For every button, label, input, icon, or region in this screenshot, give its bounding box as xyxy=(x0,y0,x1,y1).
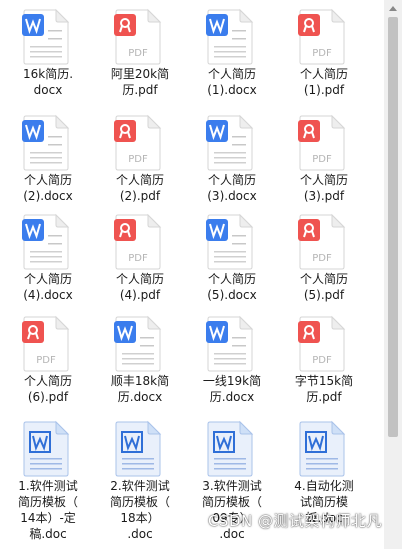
svg-text:PDF: PDF xyxy=(312,253,332,264)
file-item[interactable]: PDF 阿里20k简 历.pdf xyxy=(94,0,186,100)
svg-text:PDF: PDF xyxy=(312,154,332,165)
word-file-icon xyxy=(206,114,254,171)
file-item[interactable]: 2.软件测试 简历模板（ 18本） .doc xyxy=(94,412,186,549)
svg-text:PDF: PDF xyxy=(312,355,332,366)
word-file-icon xyxy=(206,8,254,65)
file-name: 1.软件测试 简历模板（ 14本）-定 稿.doc xyxy=(17,479,78,541)
word-file-icon xyxy=(206,213,254,270)
file-name: 个人简历 (3).docx xyxy=(207,173,257,203)
file-name: 个人简历 (6).pdf xyxy=(23,374,72,404)
file-name: 个人简历 (5).docx xyxy=(207,272,257,302)
scroll-up-arrow-icon[interactable] xyxy=(384,0,402,16)
file-item[interactable]: PDF 个人简历 (4).pdf xyxy=(94,205,186,305)
file-name: 个人简历 (3).pdf xyxy=(299,173,348,203)
file-name: 阿里20k简 历.pdf xyxy=(110,67,170,97)
word-file-icon xyxy=(206,315,254,372)
file-name: 一线19k简 历.docx xyxy=(202,374,262,404)
file-item[interactable]: PDF 字节15k简 历.pdf xyxy=(278,307,370,407)
file-item[interactable]: 顺丰18k简 历.docx xyxy=(94,307,186,407)
file-item[interactable]: 个人简历 (2).docx xyxy=(2,106,94,206)
pdf-file-icon: PDF xyxy=(114,114,162,171)
pdf-file-icon: PDF xyxy=(114,213,162,270)
file-name: 16k简历. docx xyxy=(22,67,74,97)
pdf-file-icon: PDF xyxy=(298,213,346,270)
word-file-icon xyxy=(22,8,70,65)
word-file-icon xyxy=(22,213,70,270)
file-name: 字节15k简 历.pdf xyxy=(294,374,354,404)
file-item[interactable]: PDF 个人简历 (3).pdf xyxy=(278,106,370,206)
svg-text:PDF: PDF xyxy=(312,48,332,59)
file-name: 个人简历 (1).docx xyxy=(207,67,257,97)
watermark: CSDN @测试架构师北凡 xyxy=(207,512,382,530)
file-name: 个人简历 (2).docx xyxy=(23,173,73,203)
doc-file-icon xyxy=(298,420,346,477)
file-name: 个人简历 (4).docx xyxy=(23,272,73,302)
word-file-icon xyxy=(114,315,162,372)
pdf-file-icon: PDF xyxy=(298,315,346,372)
pdf-file-icon: PDF xyxy=(114,8,162,65)
file-name: 个人简历 (4).pdf xyxy=(115,272,164,302)
file-item[interactable]: 个人简历 (3).docx xyxy=(186,106,278,206)
file-name: 2.软件测试 简历模板（ 18本） .doc xyxy=(109,479,170,541)
doc-file-icon xyxy=(206,420,254,477)
file-name: 个人简历 (1).pdf xyxy=(299,67,348,97)
scroll-thumb[interactable] xyxy=(388,17,398,437)
file-item[interactable]: 个人简历 (4).docx xyxy=(2,205,94,305)
pdf-file-icon: PDF xyxy=(298,8,346,65)
file-item[interactable]: PDF 个人简历 (5).pdf xyxy=(278,205,370,305)
svg-text:PDF: PDF xyxy=(128,48,148,59)
doc-file-icon xyxy=(22,420,70,477)
file-item[interactable]: 个人简历 (5).docx xyxy=(186,205,278,305)
file-grid: 16k简历. docx PDF 阿里20k简 历.pdf 个人简历 (1).docx P… xyxy=(0,0,384,549)
vertical-scrollbar[interactable] xyxy=(384,0,402,549)
svg-text:PDF: PDF xyxy=(36,355,56,366)
file-item[interactable]: 1.软件测试 简历模板（ 14本）-定 稿.doc xyxy=(2,412,94,549)
file-item[interactable]: PDF 个人简历 (1).pdf xyxy=(278,0,370,100)
file-item[interactable]: 16k简历. docx xyxy=(2,0,94,100)
doc-file-icon xyxy=(114,420,162,477)
file-item[interactable]: 一线19k简 历.docx xyxy=(186,307,278,407)
file-item[interactable]: PDF 个人简历 (2).pdf xyxy=(94,106,186,206)
file-item[interactable]: PDF 个人简历 (6).pdf xyxy=(2,307,94,407)
svg-text:PDF: PDF xyxy=(128,253,148,264)
file-name: 个人简历 (5).pdf xyxy=(299,272,348,302)
pdf-file-icon: PDF xyxy=(298,114,346,171)
svg-text:PDF: PDF xyxy=(128,154,148,165)
pdf-file-icon: PDF xyxy=(22,315,70,372)
file-name: 个人简历 (2).pdf xyxy=(115,173,164,203)
file-name: 顺丰18k简 历.docx xyxy=(110,374,170,404)
file-item[interactable]: 个人简历 (1).docx xyxy=(186,0,278,100)
word-file-icon xyxy=(22,114,70,171)
